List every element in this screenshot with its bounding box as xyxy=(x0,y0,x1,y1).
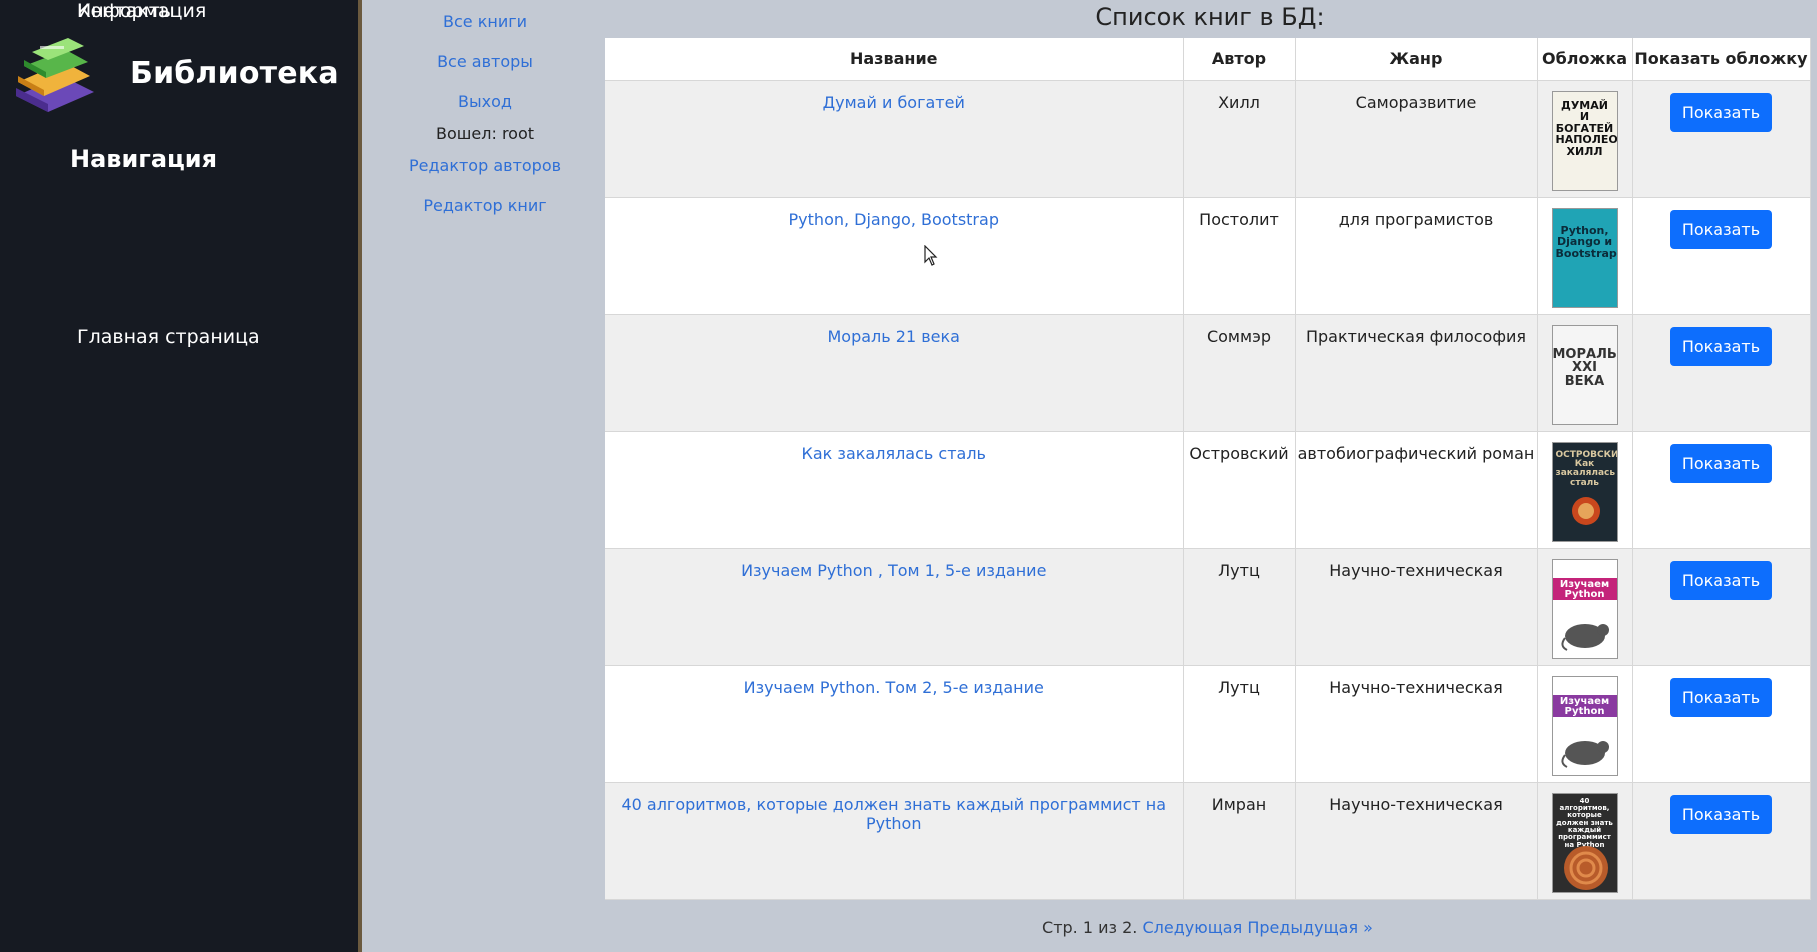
show-cover-button[interactable]: Показать xyxy=(1669,794,1773,834)
sidebar: Библиотека Навигация Главная страница Ин… xyxy=(0,0,362,952)
book-cover: 40 алгоритмов, которые должен знать кажд… xyxy=(1551,792,1618,893)
book-author: Островский xyxy=(1183,431,1296,549)
show-cover-button[interactable]: Показать xyxy=(1669,443,1773,483)
link-all-books[interactable]: Все книги xyxy=(365,12,605,31)
cover-title: ДУМАЙ И БОГАТЕЙ НАПОЛЕОН ХИЛЛ xyxy=(1555,98,1618,158)
cover-title: МОРАЛЬ XXI ВЕКА xyxy=(1552,346,1617,389)
table-row: Изучаем Python , Том 1, 5-е издание Лутц… xyxy=(605,548,1811,666)
wood-rings-icon xyxy=(1563,845,1608,890)
book-genre: Научно-техническая xyxy=(1295,665,1538,783)
table-row: Мораль 21 века Соммэр Практическая филос… xyxy=(605,314,1811,432)
book-cover: МОРАЛЬ XXI ВЕКА xyxy=(1551,324,1618,425)
book-title-link[interactable]: Как закалялась сталь xyxy=(802,444,986,463)
book-title-link[interactable]: Python, Django, Bootstrap xyxy=(789,210,999,229)
nav-item-home[interactable]: Главная страница xyxy=(77,326,260,348)
table-row: 40 алгоритмов, которые должен знать кажд… xyxy=(605,782,1811,900)
book-genre: для програмистов xyxy=(1295,197,1538,315)
book-author: Хилл xyxy=(1183,80,1296,198)
books-table: Название Автор Жанр Обложка Показать обл… xyxy=(605,38,1811,900)
link-editor-authors[interactable]: Редактор авторов xyxy=(365,156,605,175)
book-author: Имран xyxy=(1183,782,1296,900)
book-title-link[interactable]: 40 алгоритмов, которые должен знать кажд… xyxy=(621,795,1166,833)
page-title: Список книг в БД: xyxy=(1095,3,1325,31)
cover-title: Изучаем Python xyxy=(1559,578,1610,600)
show-cover-button[interactable]: Показать xyxy=(1669,677,1773,717)
header-genre: Жанр xyxy=(1295,38,1538,81)
subnav: Все книги Все авторы Выход Вошел: root Р… xyxy=(365,0,605,952)
book-cover: Изучаем Python xyxy=(1551,675,1618,776)
pagination: Стр. 1 из 2. Следующая Предыдущая » xyxy=(605,918,1810,937)
book-cover: Изучаем Python xyxy=(1551,558,1618,659)
book-title-link[interactable]: Думай и богатей xyxy=(823,93,965,112)
header-title: Название xyxy=(605,38,1184,81)
book-genre: Практическая философия xyxy=(1295,314,1538,432)
header-show-cover: Показать обложку xyxy=(1632,38,1811,81)
book-genre: автобиографический роман xyxy=(1295,431,1538,549)
brand[interactable]: Библиотека xyxy=(10,28,350,118)
book-author: Постолит xyxy=(1183,197,1296,315)
logged-in-user: Вошел: root xyxy=(435,124,535,143)
show-cover-button[interactable]: Показать xyxy=(1669,92,1773,132)
book-title-link[interactable]: Изучаем Python. Том 2, 5-е издание xyxy=(744,678,1044,697)
book-cover: Python, Django и Bootstrap xyxy=(1551,207,1618,308)
table-row: Python, Django, Bootstrap Постолит для п… xyxy=(605,197,1811,315)
header-author: Автор xyxy=(1183,38,1296,81)
rat-illustration-icon xyxy=(1560,623,1609,651)
nav-item-contacts[interactable]: Контакты xyxy=(77,0,175,22)
book-cover: ОСТРОВСКИЙ Как закалялась сталь xyxy=(1551,441,1618,542)
link-editor-books[interactable]: Редактор книг xyxy=(365,196,605,215)
cover-title: ОСТРОВСКИЙ Как закалялась сталь xyxy=(1555,449,1617,488)
pagination-next-link[interactable]: Следующая xyxy=(1142,918,1242,937)
book-title-link[interactable]: Мораль 21 века xyxy=(828,327,960,346)
table-row: Как закалялась сталь Островский автобиог… xyxy=(605,431,1811,549)
show-cover-button[interactable]: Показать xyxy=(1669,560,1773,600)
brand-title: Библиотека xyxy=(130,56,339,91)
book-title-link[interactable]: Изучаем Python , Том 1, 5-е издание xyxy=(741,561,1046,580)
show-cover-button[interactable]: Показать xyxy=(1669,209,1773,249)
show-cover-button[interactable]: Показать xyxy=(1669,326,1773,366)
table-row: Думай и богатей Хилл Саморазвитие ДУМАЙ … xyxy=(605,80,1811,198)
book-genre: Научно-техническая xyxy=(1295,782,1538,900)
rat-illustration-icon xyxy=(1560,740,1609,768)
nav-heading: Навигация xyxy=(70,145,218,173)
cover-title: Изучаем Python xyxy=(1559,695,1610,717)
books-logo-icon xyxy=(16,38,94,112)
book-author: Соммэр xyxy=(1183,314,1296,432)
header-cover: Обложка xyxy=(1537,38,1633,81)
pagination-prev-link[interactable]: Предыдущая » xyxy=(1247,918,1373,937)
pagination-status: Стр. 1 из 2. xyxy=(1042,918,1138,937)
cover-title: Python, Django и Bootstrap xyxy=(1555,223,1617,260)
book-cover: ДУМАЙ И БОГАТЕЙ НАПОЛЕОН ХИЛЛ xyxy=(1551,90,1618,191)
cover-emblem-icon xyxy=(1571,496,1600,525)
book-genre: Научно-техническая xyxy=(1295,548,1538,666)
book-author: Лутц xyxy=(1183,665,1296,783)
link-all-authors[interactable]: Все авторы xyxy=(365,52,605,71)
book-genre: Саморазвитие xyxy=(1295,80,1538,198)
table-row: Изучаем Python. Том 2, 5-е издание Лутц … xyxy=(605,665,1811,783)
link-logout[interactable]: Выход xyxy=(365,92,605,111)
mouse-cursor-icon xyxy=(924,245,938,266)
book-author: Лутц xyxy=(1183,548,1296,666)
